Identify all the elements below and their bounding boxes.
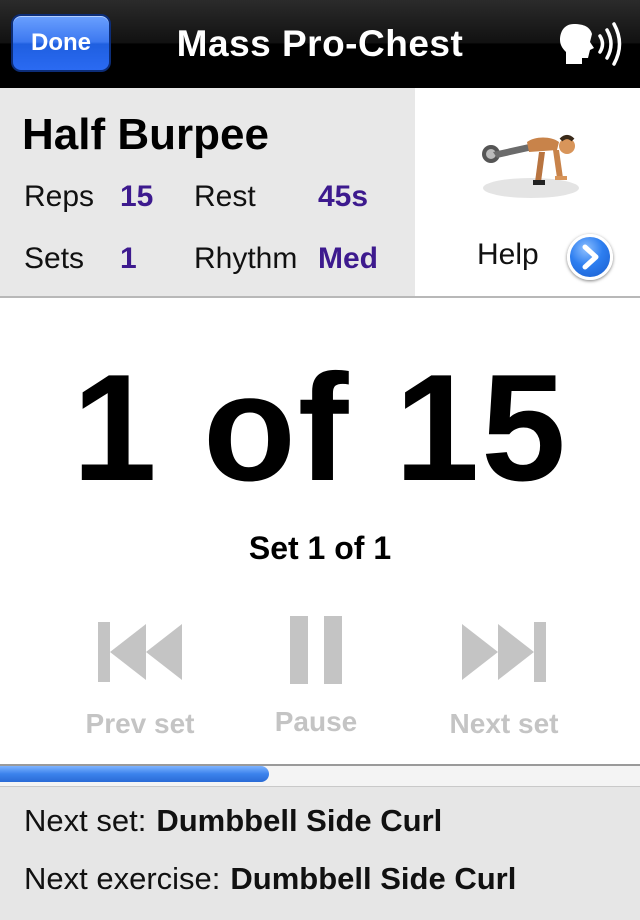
- nav-bar: Done Mass Pro-Chest: [0, 0, 640, 88]
- next-set-button[interactable]: Next set: [432, 620, 576, 740]
- pause-button[interactable]: Pause: [246, 614, 386, 738]
- help-label[interactable]: Help: [477, 238, 539, 272]
- rhythm-value: Med: [318, 242, 378, 275]
- help-panel[interactable]: Help: [415, 88, 640, 298]
- next-set-row: Next set: Dumbbell Side Curl: [24, 803, 442, 839]
- workout-progress-bar: [0, 764, 640, 786]
- rep-counter: 1 of 15: [72, 343, 568, 513]
- sets-label: Sets: [24, 242, 85, 275]
- chevron-right-circle-icon[interactable]: [567, 234, 613, 280]
- next-exercise-label-text: Next exercise:: [24, 861, 221, 896]
- reps-label: Reps: [24, 180, 95, 213]
- exercise-name: Half Burpee: [22, 110, 269, 159]
- prev-set-button[interactable]: Prev set: [70, 620, 210, 740]
- pause-icon: [290, 616, 342, 684]
- reps-value: 15: [120, 180, 154, 213]
- progress-fill: [0, 766, 269, 782]
- up-next-panel: Next set: Dumbbell Side Curl Next exercis…: [0, 786, 640, 920]
- skip-forward-icon: [462, 622, 546, 682]
- rest-label: Rest: [194, 180, 256, 213]
- skip-back-icon: [98, 622, 182, 682]
- next-exercise-row: Next exercise: Dumbbell Side Curl: [24, 861, 516, 897]
- sets-value: 1: [120, 242, 137, 275]
- next-exercise-value: Dumbbell Side Curl: [230, 861, 517, 896]
- rest-value: 45s: [318, 180, 369, 213]
- speaking-head-icon[interactable]: [560, 18, 626, 70]
- next-set-label: Next set: [449, 708, 559, 739]
- next-set-label-text: Next set:: [24, 803, 147, 838]
- prev-set-label: Prev set: [85, 708, 195, 739]
- exercise-info-panel: Half Burpee Reps 15 Rest 45s Sets 1 Rhyt…: [0, 88, 415, 298]
- set-counter: Set 1 of 1: [248, 530, 392, 566]
- pause-label: Pause: [274, 706, 358, 737]
- page-title: Mass Pro-Chest: [176, 23, 464, 64]
- rhythm-label: Rhythm: [194, 242, 298, 275]
- next-set-value: Dumbbell Side Curl: [156, 803, 443, 838]
- done-button[interactable]: Done: [11, 14, 111, 72]
- exercise-illustration: [482, 135, 579, 198]
